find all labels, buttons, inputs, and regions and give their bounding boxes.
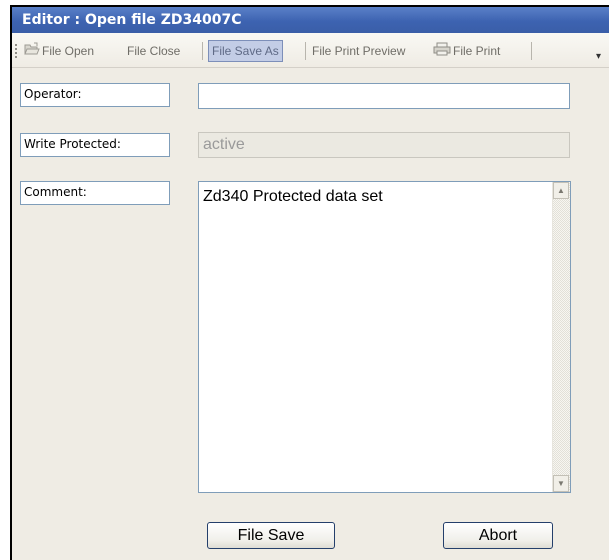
scroll-down-button[interactable]: ▼ [553, 475, 569, 492]
comment-scrollbar[interactable]: ▲ ▼ [552, 182, 570, 492]
folder-open-icon [24, 41, 40, 63]
window-title-bar: Editor : Open file ZD34007C [12, 7, 609, 33]
printer-icon [433, 41, 451, 63]
file-close-button[interactable]: File Close [127, 40, 180, 62]
file-save-as-label: File Save As [212, 44, 279, 58]
toolbar-grip[interactable] [15, 44, 17, 58]
scroll-up-button[interactable]: ▲ [553, 182, 569, 199]
toolbar-separator [202, 42, 203, 60]
comment-label: Comment: [20, 181, 170, 205]
toolbar-separator [531, 42, 532, 60]
window-title: Editor : Open file ZD34007C [22, 12, 242, 28]
write-protected-label: Write Protected: [20, 133, 170, 157]
file-save-as-button[interactable]: File Save As [208, 40, 283, 62]
scroll-down-icon: ▼ [557, 479, 565, 488]
file-print-button[interactable]: File Print [433, 40, 500, 62]
toolbar-separator [305, 42, 306, 60]
editor-window: Editor : Open file ZD34007C File Open Fi… [10, 5, 609, 560]
file-open-button[interactable]: File Open [24, 40, 94, 62]
operator-field[interactable] [198, 83, 570, 109]
abort-button[interactable]: Abort [443, 522, 553, 549]
file-close-label: File Close [127, 44, 181, 58]
toolbar: File Open File Close File Save As File P… [12, 33, 609, 68]
file-save-button[interactable]: File Save [207, 522, 335, 549]
file-print-preview-label: File Print Preview [312, 44, 406, 58]
file-print-label: File Print [453, 44, 501, 58]
write-protected-value: active [203, 136, 245, 153]
comment-text: Zd340 Protected data set [203, 188, 383, 205]
toolbar-overflow-icon[interactable]: ▾ [596, 51, 601, 62]
file-open-label: File Open [42, 44, 95, 58]
scroll-up-icon: ▲ [557, 186, 565, 195]
operator-label: Operator: [20, 83, 170, 107]
file-print-preview-button[interactable]: File Print Preview [312, 40, 405, 62]
write-protected-field: active [198, 132, 570, 158]
comment-textarea[interactable]: Zd340 Protected data set ▲ ▼ [198, 181, 571, 493]
